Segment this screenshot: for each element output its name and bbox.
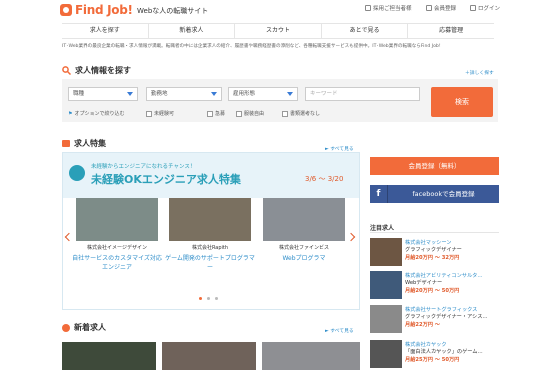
feature-card-desc[interactable]: Webプログラマ [259, 254, 349, 263]
feature-card-desc[interactable]: ゲーム開発のサポートプログラマー [165, 254, 255, 272]
filter-label: ⚑ オプションで絞り込む [68, 110, 125, 118]
detail-search-link[interactable]: ＋詳しく探す [465, 69, 494, 76]
feature-banner[interactable]: 未経験からエンジニアになれるチャンス！ 未経験OKエンジニア求人特集 3/6 〜… [63, 153, 359, 198]
search-section-title: 求人情報を探す [62, 65, 131, 76]
divider [370, 232, 499, 233]
job-image [370, 238, 402, 266]
checkbox-no-screening[interactable]: 書類選考なし [282, 110, 320, 117]
tagline: Webな人の転職サイト [137, 7, 209, 15]
keyword-input[interactable]: キーワード [305, 87, 420, 101]
nav-applications[interactable]: 応募管理 [408, 24, 494, 38]
carousel-dot[interactable] [215, 297, 218, 300]
job-image [370, 340, 402, 368]
new-icon [62, 323, 70, 332]
search-button[interactable]: 検索 [431, 87, 493, 117]
recruiter-link[interactable]: 採用ご担当者様 [365, 4, 412, 12]
features-more-link[interactable]: ► すべて見る [325, 145, 354, 152]
building-icon [365, 5, 371, 11]
new-job-image[interactable] [62, 342, 156, 370]
feature-headline: 未経験OKエンジニア求人特集 [91, 173, 241, 186]
feature-card-company: 株式会社Rapith [191, 245, 229, 251]
checkbox-casual-dress[interactable]: 服装自由 [236, 110, 264, 117]
featured-job-item[interactable]: 株式会社アビリティコンサルタ… Webデザイナー 月給20万円 〜 50万円 [370, 271, 499, 299]
new-jobs-title: 新着求人 [62, 322, 106, 333]
chevron-down-icon [287, 92, 293, 96]
carousel-dot[interactable] [207, 297, 210, 300]
feature-card-image[interactable] [263, 198, 345, 241]
feature-card-image[interactable] [76, 198, 158, 241]
job-image [370, 305, 402, 333]
nav-find-jobs[interactable]: 求人を探す [62, 24, 149, 38]
feature-card-image[interactable] [169, 198, 251, 241]
checkbox-urgent[interactable]: 急募 [207, 110, 225, 117]
featured-title: 注目求人 [370, 225, 395, 232]
employment-type-select[interactable]: 雇用形態 [228, 87, 298, 101]
features-title: 求人特集 [62, 138, 106, 149]
clock-icon [69, 165, 85, 181]
global-nav: 求人を探す 新着求人 スカウト あとで見る 応募管理 [62, 23, 494, 39]
nav-saved[interactable]: あとで見る [322, 24, 409, 38]
location-select[interactable]: 勤務地 [146, 87, 222, 101]
feature-card-desc[interactable]: 自社サービスのカスタマイズ対応エンジニア [72, 254, 162, 272]
login-link[interactable]: ログイン [470, 4, 500, 12]
site-logo[interactable]: Find Job! [75, 3, 133, 17]
chevron-down-icon [211, 92, 217, 96]
featured-job-item[interactable]: 株式会社カヤック 「面白法人カヤック」のゲーム… 月給25万円 〜 50万円 [370, 340, 499, 368]
feature-period: 3/6 〜 3/20 [305, 175, 344, 183]
chevron-down-icon [127, 92, 133, 96]
carousel-dot-active[interactable] [199, 297, 202, 300]
facebook-register-button[interactable]: f facebookで会員登録 [370, 185, 499, 203]
job-type-select[interactable]: 職種 [68, 87, 138, 101]
feature-catch: 未経験からエンジニアになれるチャンス！ [91, 164, 196, 170]
user-icon [426, 5, 432, 11]
intro-text: IT･Web業界の最良企業の転職・求人情報が満載。転職者の中には企業求人の紹介、… [62, 44, 441, 49]
register-button[interactable]: 会員登録（無料） [370, 157, 499, 175]
checkbox-inexperienced[interactable]: 未経験可 [146, 110, 174, 117]
feature-card-company: 株式会社イメージデザイン [87, 245, 147, 251]
featured-job-item[interactable]: 株式会社サートグラフィックス グラフィックデザイナー・アシス… 月給22万円 〜 [370, 305, 499, 333]
nav-scout[interactable]: スカウト [235, 24, 322, 38]
featured-job-item[interactable]: 株式会社マッシーン グラフィックデザイナー 月給20万円 〜 32万円 [370, 238, 499, 266]
logo-icon[interactable] [60, 4, 72, 16]
flag-icon: ⚑ [68, 110, 73, 117]
nav-new-jobs[interactable]: 新着求人 [149, 24, 236, 38]
new-job-image[interactable] [162, 342, 256, 370]
new-job-image[interactable] [262, 342, 360, 370]
register-link[interactable]: 会員登録 [426, 4, 456, 12]
lock-icon [470, 5, 476, 11]
folder-icon [62, 140, 70, 147]
job-image [370, 271, 402, 299]
facebook-icon: f [370, 185, 388, 203]
new-jobs-more-link[interactable]: ► すべて見る [325, 327, 354, 334]
feature-card-company: 株式会社ファインビス [278, 245, 329, 251]
search-icon [62, 66, 71, 75]
